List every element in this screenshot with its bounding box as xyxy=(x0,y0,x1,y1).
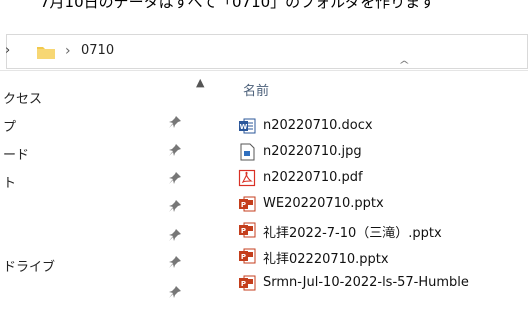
nav-item-label: ト xyxy=(3,176,17,191)
file-name: n20220710.pdf xyxy=(263,170,363,185)
pin-icon[interactable] xyxy=(168,199,182,213)
title-strip-text: 7月10日のデータはすべて「0710」のフォルダを作ります xyxy=(40,0,436,11)
bottom-edge xyxy=(0,318,528,322)
nav-item-document[interactable]: ト xyxy=(0,168,200,194)
nav-item-google-drive[interactable]: ドライブ xyxy=(0,252,200,278)
file-row[interactable]: P WE20220710.pptx xyxy=(238,194,528,216)
nav-item-label: ード xyxy=(3,148,30,163)
pin-icon[interactable] xyxy=(168,143,182,157)
image-file-icon xyxy=(240,143,255,161)
title-strip: 7月10日のデータはすべて「0710」のフォルダを作ります xyxy=(0,0,528,18)
address-bar[interactable]: › › 0710 xyxy=(5,34,528,69)
nav-item-label: プ xyxy=(3,120,17,135)
pin-icon[interactable] xyxy=(168,171,182,185)
nav-item-quick-access[interactable]: クセス xyxy=(0,84,200,110)
pdf-icon xyxy=(238,169,256,187)
powerpoint-icon: P xyxy=(239,248,256,264)
nav-item-pictures[interactable] xyxy=(0,196,200,222)
file-name: n20220710.docx xyxy=(263,118,373,133)
column-header-name[interactable]: 名前 xyxy=(243,80,269,99)
file-name: Srmn-Jul-10-2022-ls-57-Humble xyxy=(263,275,469,290)
nav-item-download[interactable]: ード xyxy=(0,140,200,166)
nav-item-unnamed[interactable] xyxy=(0,225,200,251)
pin-icon[interactable] xyxy=(168,228,182,242)
pin-icon[interactable] xyxy=(168,255,182,269)
file-row[interactable]: P 礼拝2022-7-10（三滝）.pptx xyxy=(238,220,528,242)
address-bar-area: › › 0710 xyxy=(0,30,528,71)
chevron-left-icon[interactable]: › xyxy=(5,43,10,58)
breadcrumb-folder[interactable]: 0710 xyxy=(81,43,114,58)
file-row[interactable]: n20220710.pdf xyxy=(238,168,528,190)
file-row[interactable]: P 礼拝02220710.pptx xyxy=(238,246,528,268)
file-name: 礼拝02220710.pptx xyxy=(263,252,389,267)
pin-icon[interactable] xyxy=(168,285,182,299)
powerpoint-icon: P xyxy=(239,275,256,291)
nav-item-label: ドライブ xyxy=(3,260,56,275)
nav-item-desktop[interactable]: プ xyxy=(0,112,200,138)
sort-ascending-icon: ^ xyxy=(398,60,411,71)
pin-icon[interactable] xyxy=(168,115,182,129)
file-name: n20220710.jpg xyxy=(263,144,362,159)
word-doc-icon: W xyxy=(239,118,256,134)
file-row[interactable]: n20220710.jpg xyxy=(238,142,528,164)
svg-text:P: P xyxy=(241,227,246,235)
chevron-right-icon[interactable]: › xyxy=(65,43,71,59)
file-name: 礼拝2022-7-10（三滝）.pptx xyxy=(263,226,442,241)
file-row[interactable]: P Srmn-Jul-10-2022-ls-57-Humble xyxy=(238,273,528,295)
file-name: WE20220710.pptx xyxy=(263,196,384,211)
folder-icon xyxy=(37,47,55,59)
svg-text:P: P xyxy=(241,253,246,261)
svg-text:W: W xyxy=(240,123,248,131)
file-row[interactable]: W n20220710.docx xyxy=(238,116,528,138)
nav-item-label: クセス xyxy=(3,92,43,107)
powerpoint-icon: P xyxy=(239,222,256,238)
svg-text:P: P xyxy=(241,280,246,288)
svg-text:P: P xyxy=(241,201,246,209)
powerpoint-icon: P xyxy=(239,196,256,212)
nav-item-more[interactable] xyxy=(0,282,200,308)
